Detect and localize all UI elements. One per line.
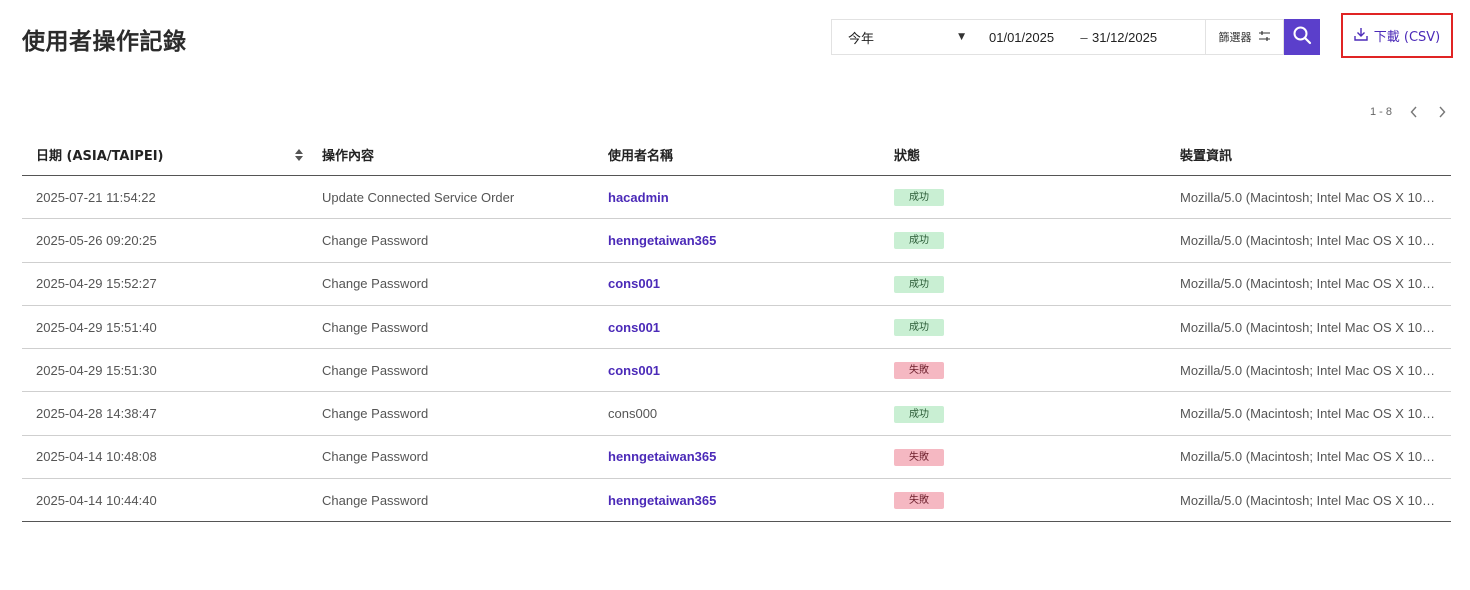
status-badge: 成功 (894, 189, 944, 207)
table-row: 2025-04-14 10:48:08 Change Password hennge… (22, 436, 1451, 480)
cell-action: Change Password (322, 319, 429, 335)
cell-device: Mozilla/5.0 (Macintosh; Intel Mac OS X 1… (1180, 449, 1443, 465)
cell-device: Mozilla/5.0 (Macintosh; Intel Mac OS X 1… (1180, 189, 1443, 205)
cell-status: 成功 (880, 318, 1166, 337)
cell-username: cons001 (594, 320, 880, 335)
cell-action: Update Connected Service Order (322, 189, 515, 205)
cell-action: Change Password (322, 449, 429, 465)
date-start-input[interactable]: 01/01/2025 (975, 30, 1076, 45)
cell-date: 2025-04-29 15:52:27 (36, 276, 157, 292)
period-select[interactable]: 今年 ▼ (832, 20, 975, 54)
date-separator: – (1080, 29, 1088, 45)
cell-username: henngetaiwan365 (594, 493, 880, 508)
cell-date: 2025-04-14 10:44:40 (36, 492, 157, 508)
operation-log-table: 日期 (ASIA/TAIPEI) 操作內容 使用者名稱 狀態 裝置資訊 2025… (22, 134, 1451, 523)
cell-username: cons000 (594, 406, 880, 421)
cell-date: 2025-05-26 09:20:25 (36, 232, 157, 248)
table-body: 2025-07-21 11:54:22 Update Connected Serv… (22, 176, 1451, 523)
column-header-device: 裝置資訊 (1180, 149, 1233, 164)
cell-device: Mozilla/5.0 (Macintosh; Intel Mac OS X 1… (1180, 276, 1443, 292)
download-icon (1354, 27, 1368, 45)
toolbar: 今年 ▼ 01/01/2025 – 31/12/2025 篩選器 (831, 19, 1320, 55)
username-link[interactable]: cons001 (608, 276, 660, 291)
cell-status: 成功 (880, 231, 1166, 250)
caret-down-icon: ▼ (958, 32, 965, 42)
cell-username: hacadmin (594, 190, 880, 205)
cell-device: Mozilla/5.0 (Macintosh; Intel Mac OS X 1… (1180, 232, 1443, 248)
download-csv-button[interactable]: 下載 (CSV) (1354, 26, 1441, 45)
table-row: 2025-07-21 11:54:22 Update Connected Serv… (22, 176, 1451, 220)
status-badge: 成功 (894, 319, 944, 337)
username-link[interactable]: cons001 (608, 320, 660, 335)
cell-username: cons001 (594, 276, 880, 291)
column-header-date-label: 日期 (ASIA/TAIPEI) (36, 149, 164, 164)
column-header-date[interactable]: 日期 (ASIA/TAIPEI) (22, 145, 308, 164)
username-link[interactable]: cons001 (608, 363, 660, 378)
table-row: 2025-04-29 15:51:30 Change Password cons00… (22, 349, 1451, 393)
cell-device: Mozilla/5.0 (Macintosh; Intel Mac OS X 1… (1180, 406, 1443, 422)
table-row: 2025-05-26 09:20:25 Change Password hennge… (22, 219, 1451, 263)
username-text: cons000 (608, 406, 658, 422)
period-select-value: 今年 (848, 31, 875, 47)
cell-device: Mozilla/5.0 (Macintosh; Intel Mac OS X 1… (1180, 319, 1443, 335)
pagination: 1 - 8 (1370, 104, 1448, 120)
username-link[interactable]: henngetaiwan365 (608, 449, 716, 464)
chevron-right-icon[interactable] (1436, 104, 1448, 120)
date-end-input[interactable]: 31/12/2025 (1092, 30, 1205, 45)
username-link[interactable]: hacadmin (608, 190, 669, 205)
search-button[interactable] (1284, 19, 1320, 55)
username-link[interactable]: henngetaiwan365 (608, 493, 716, 508)
cell-action: Change Password (322, 232, 429, 248)
cell-status: 成功 (880, 188, 1166, 207)
status-badge: 成功 (894, 232, 944, 250)
cell-date: 2025-04-28 14:38:47 (36, 406, 157, 422)
pagination-range: 1 - 8 (1369, 106, 1392, 118)
column-header-username: 使用者名稱 (608, 149, 674, 164)
table-row: 2025-04-28 14:38:47 Change Password cons00… (22, 392, 1451, 436)
cell-status: 成功 (880, 275, 1166, 293)
cell-date: 2025-04-29 15:51:40 (36, 319, 157, 335)
filter-button-label: 篩選器 (1218, 31, 1252, 44)
cell-action: Change Password (322, 362, 429, 378)
cell-date: 2025-07-21 11:54:22 (36, 189, 156, 205)
cell-username: cons001 (594, 363, 880, 378)
filter-button[interactable]: 篩選器 (1205, 20, 1283, 54)
cell-action: Change Password (322, 276, 429, 292)
cell-status: 失敗 (880, 491, 1166, 510)
cell-device: Mozilla/5.0 (Macintosh; Intel Mac OS X 1… (1180, 362, 1443, 378)
cell-username: henngetaiwan365 (594, 233, 880, 248)
cell-action: Change Password (322, 406, 429, 422)
sliders-icon (1258, 30, 1271, 45)
cell-device: Mozilla/5.0 (Macintosh; Intel Mac OS X 1… (1180, 492, 1443, 508)
search-icon (1292, 25, 1312, 50)
cell-status: 成功 (880, 405, 1166, 423)
cell-action: Change Password (322, 492, 429, 508)
column-header-status: 狀態 (894, 149, 921, 164)
filter-box: 今年 ▼ 01/01/2025 – 31/12/2025 篩選器 (831, 19, 1284, 55)
table-row: 2025-04-29 15:52:27 Change Password cons00… (22, 263, 1451, 306)
download-highlight: 下載 (CSV) (1341, 13, 1453, 58)
status-badge: 失敗 (894, 448, 944, 466)
table-header: 日期 (ASIA/TAIPEI) 操作內容 使用者名稱 狀態 裝置資訊 (22, 134, 1451, 176)
cell-username: henngetaiwan365 (594, 449, 880, 464)
table-row: 2025-04-29 15:51:40 Change Password cons00… (22, 306, 1451, 350)
cell-date: 2025-04-14 10:48:08 (36, 449, 157, 465)
username-link[interactable]: henngetaiwan365 (608, 233, 716, 248)
status-badge: 成功 (894, 275, 944, 293)
download-csv-label: 下載 (CSV) (1373, 30, 1441, 45)
status-badge: 失敗 (894, 362, 944, 380)
status-badge: 失敗 (894, 492, 944, 510)
cell-status: 失敗 (880, 361, 1166, 380)
cell-status: 失敗 (880, 448, 1166, 466)
table-row: 2025-04-14 10:44:40 Change Password hennge… (22, 479, 1451, 523)
page-title: 使用者操作記錄 (22, 29, 187, 55)
chevron-left-icon[interactable] (1408, 104, 1420, 120)
column-header-action: 操作內容 (322, 149, 375, 164)
sort-icon[interactable] (294, 148, 304, 162)
cell-date: 2025-04-29 15:51:30 (36, 362, 157, 378)
status-badge: 成功 (894, 405, 944, 423)
